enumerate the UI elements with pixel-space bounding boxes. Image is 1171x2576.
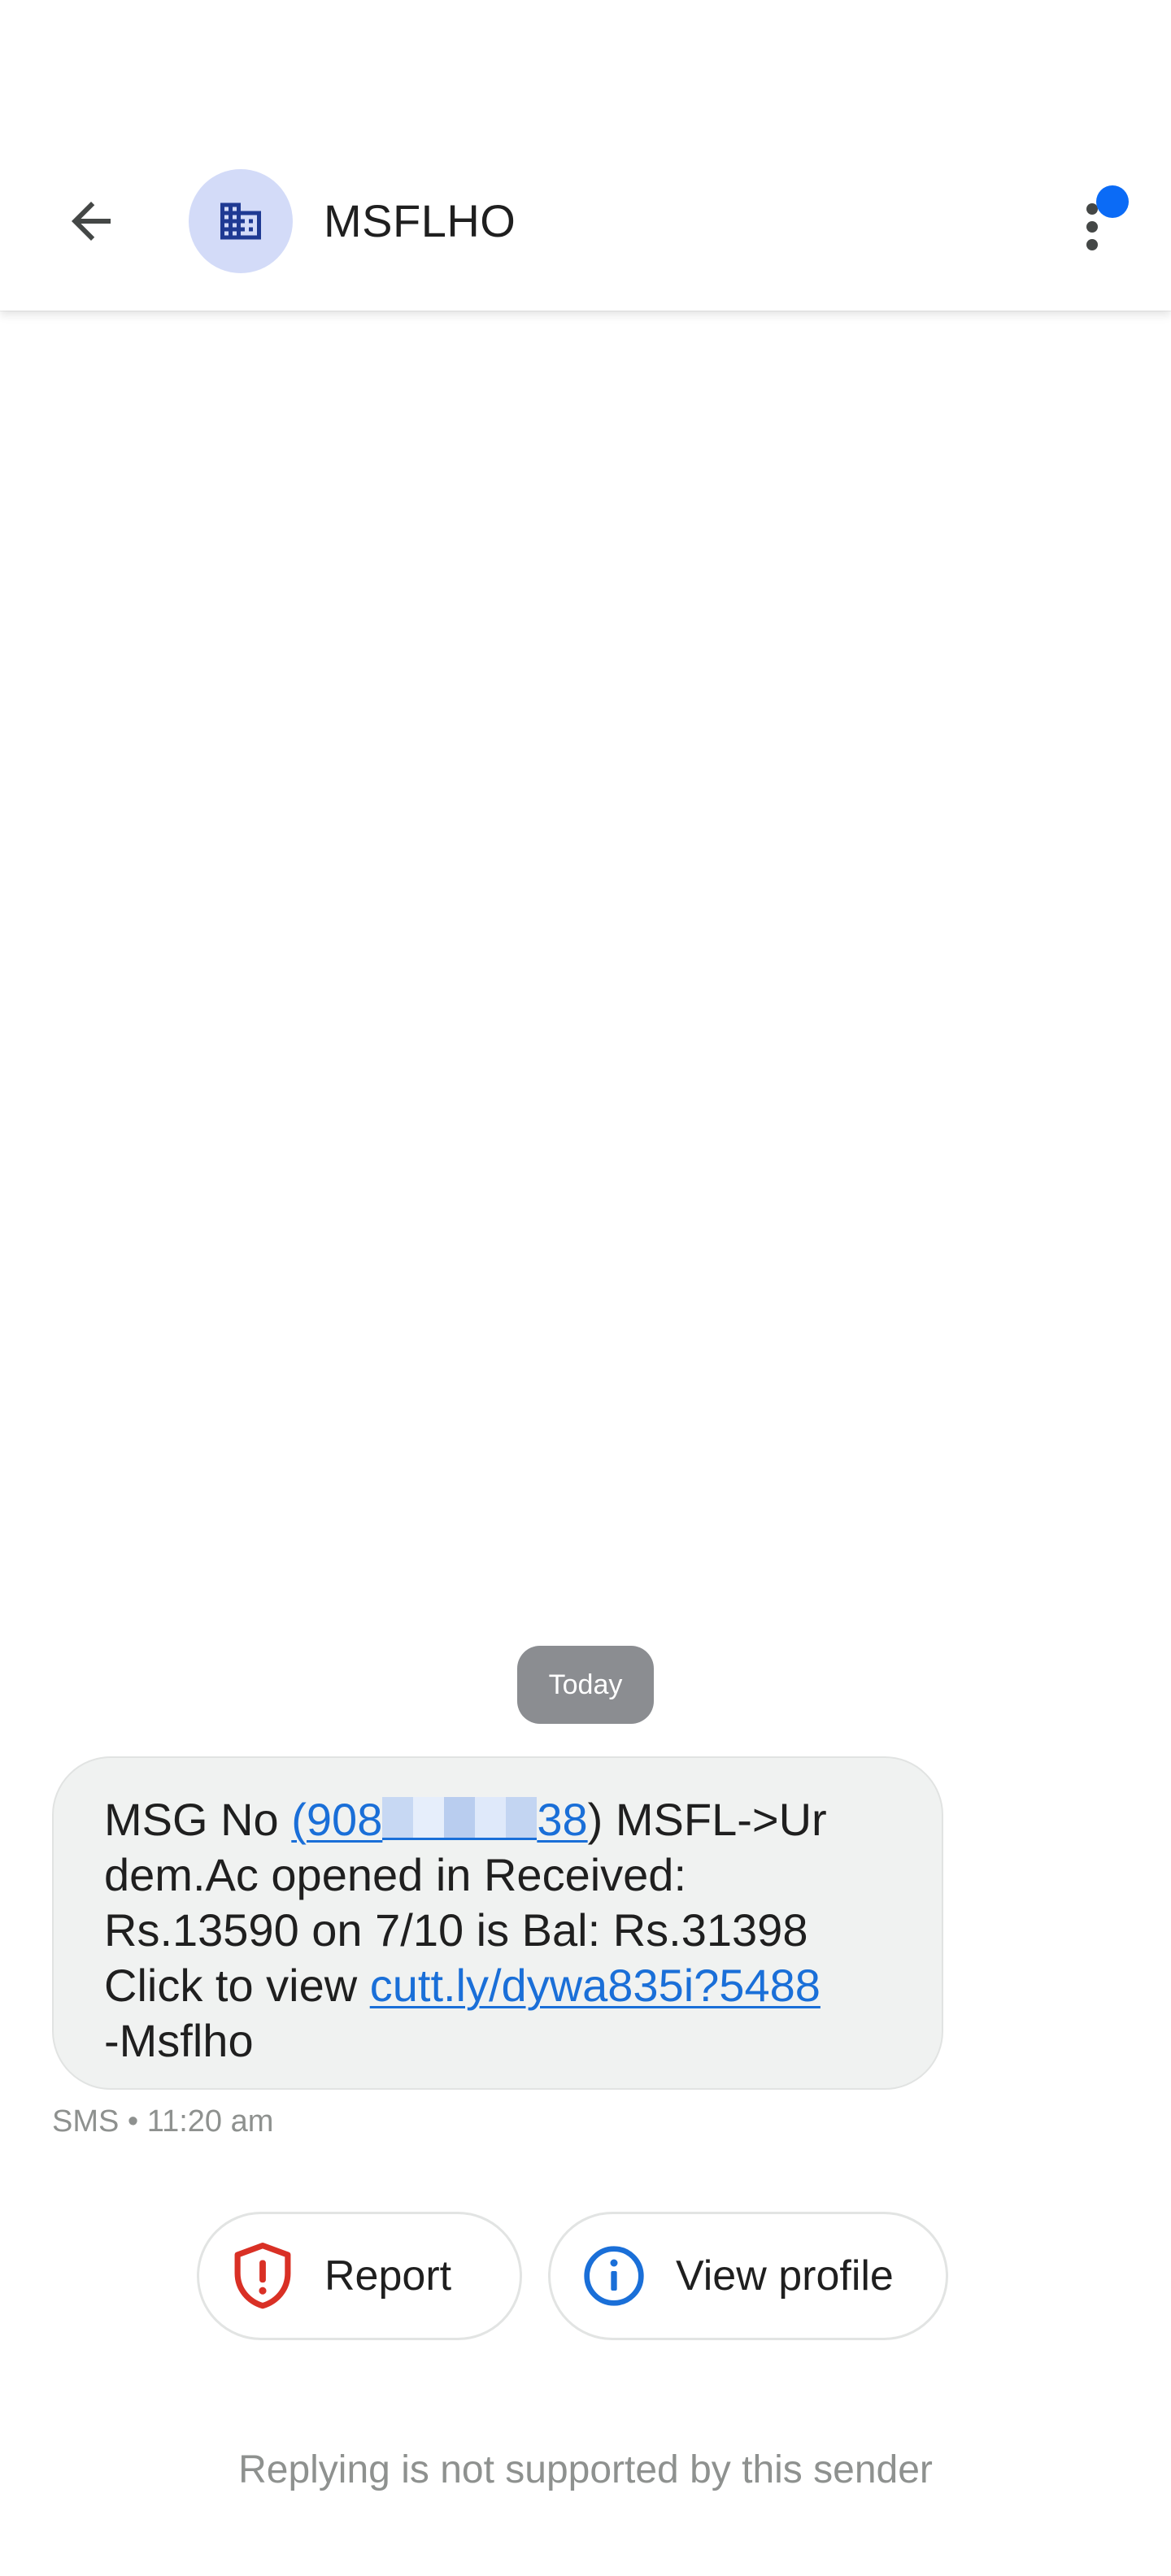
info-icon-wrap bbox=[581, 2243, 646, 2308]
more-options-button[interactable] bbox=[1057, 181, 1138, 262]
notification-badge bbox=[1096, 185, 1129, 218]
message-text: MSG No bbox=[104, 1794, 292, 1845]
message-line-1: MSG No (908 38) MSFL->Ur bbox=[104, 1792, 893, 1847]
contact-name[interactable]: MSFLHO bbox=[324, 192, 516, 250]
redacted-digits bbox=[382, 1797, 538, 1840]
message-bubble[interactable]: MSG No (908 38) MSFL->Ur dem.Ac opened in… bbox=[52, 1756, 943, 2090]
more-vert-icon-dot bbox=[1086, 239, 1098, 250]
arrow-back-icon bbox=[72, 202, 111, 241]
url-link[interactable]: cutt.ly/dywa835i?5488 bbox=[370, 1960, 821, 2011]
more-vert-icon-dot bbox=[1086, 221, 1098, 233]
message-text: ) MSFL->Ur bbox=[587, 1794, 827, 1845]
phone-number-start: (908 bbox=[291, 1794, 383, 1845]
reply-not-supported-note: Replying is not supported by this sender bbox=[238, 2448, 933, 2491]
view-profile-label: View profile bbox=[676, 2252, 894, 2300]
shield-alert-icon bbox=[234, 2243, 291, 2309]
message-line-3: Rs.13590 on 7/10 is Bal: Rs.31398 bbox=[104, 1904, 808, 1956]
report-icon-wrap bbox=[230, 2243, 295, 2309]
message-line-2: dem.Ac opened in Received: bbox=[104, 1849, 686, 1900]
date-separator: Today bbox=[517, 1646, 654, 1724]
message-timestamp: SMS • 11:20 am bbox=[52, 2104, 274, 2139]
message-text: Click to view bbox=[104, 1960, 370, 2011]
message-line-5: -Msflho bbox=[104, 2015, 254, 2066]
message-line-4: Click to view cutt.ly/dywa835i?5488 bbox=[104, 1958, 893, 2013]
info-icon bbox=[584, 2246, 644, 2306]
phone-number-link[interactable]: (908 38 bbox=[291, 1794, 587, 1845]
report-label: Report bbox=[324, 2252, 452, 2300]
report-button[interactable]: Report bbox=[197, 2212, 522, 2340]
app-bar: MSFLHO bbox=[0, 0, 1171, 311]
business-building-icon bbox=[220, 202, 261, 240]
back-button[interactable] bbox=[49, 179, 133, 263]
phone-number-end: 38 bbox=[537, 1794, 588, 1845]
contact-avatar[interactable] bbox=[189, 169, 293, 273]
view-profile-button[interactable]: View profile bbox=[548, 2212, 948, 2340]
